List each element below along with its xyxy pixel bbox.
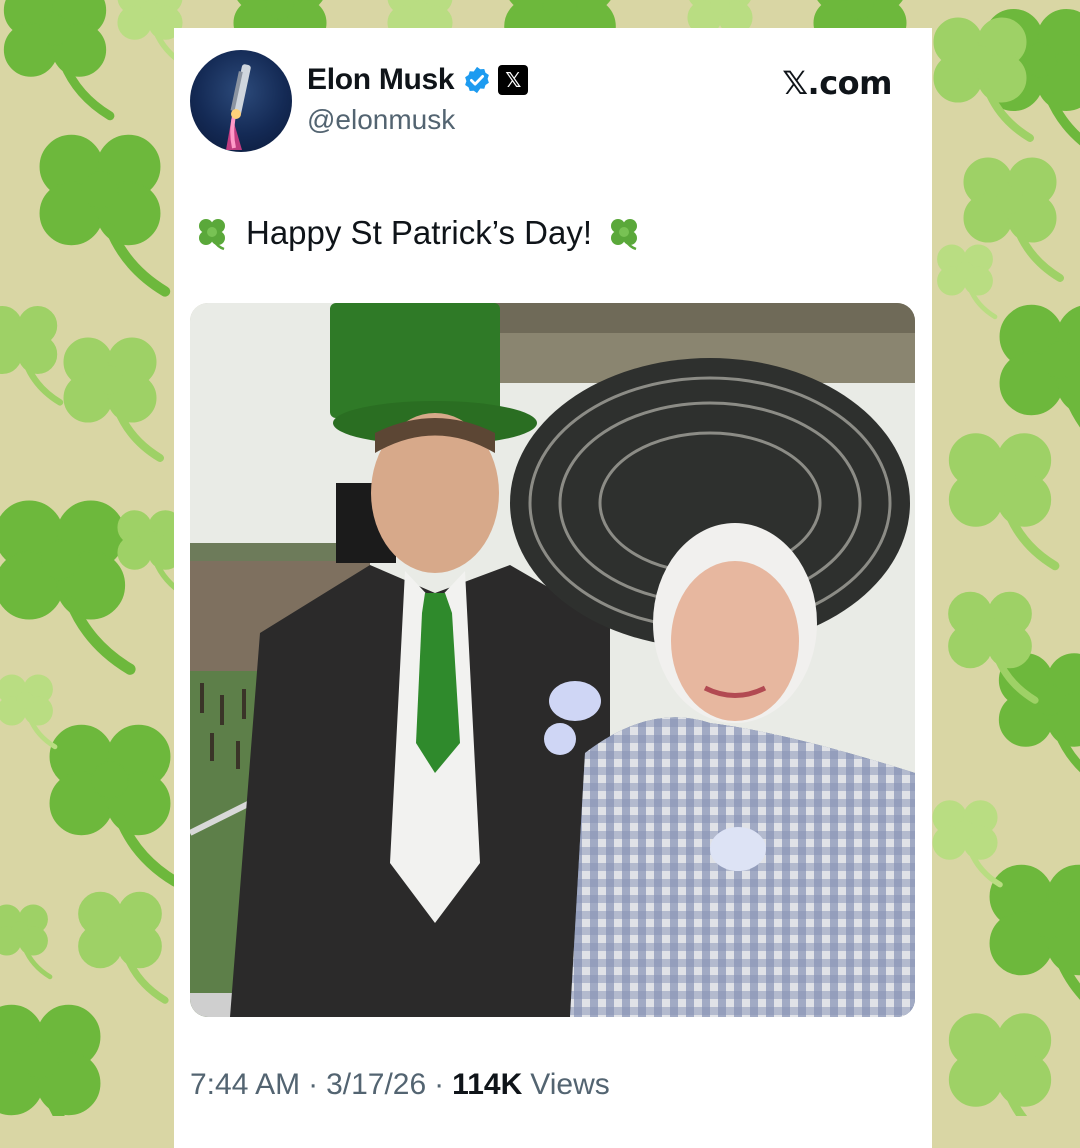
verified-badge-icon — [465, 66, 490, 94]
author-name[interactable]: Elon Musk — [307, 63, 455, 97]
author-name-row: Elon Musk 𝕏 — [307, 60, 529, 100]
shamrock-emoji-icon — [611, 219, 638, 251]
post-photo[interactable] — [190, 303, 915, 1017]
photo-illustration — [190, 303, 915, 1017]
views-label: Views — [530, 1068, 610, 1101]
post-metadata: 7:44 AM · 3/17/26 · 114K Views — [190, 1068, 610, 1102]
separator: · — [434, 1068, 445, 1101]
post-text-row: Happy St Patrick’s Day! — [194, 210, 642, 256]
post-card[interactable]: Elon Musk 𝕏 @elonmusk 𝕏.com Happy St Pat… — [174, 28, 932, 1148]
source-label: 𝕏.com — [782, 64, 892, 102]
post-text: Happy St Patrick’s Day! — [246, 214, 593, 251]
post-date[interactable]: 3/17/26 — [326, 1068, 426, 1102]
post-time[interactable]: 7:44 AM — [190, 1068, 300, 1102]
shamrock-emoji-icon — [199, 219, 225, 251]
author-handle[interactable]: @elonmusk — [307, 104, 455, 136]
author-avatar[interactable] — [190, 50, 292, 152]
rocket-icon — [226, 64, 251, 150]
x-logo-icon: 𝕏 — [498, 65, 529, 95]
separator: · — [308, 1068, 319, 1101]
views-count[interactable]: 114K — [452, 1068, 522, 1102]
